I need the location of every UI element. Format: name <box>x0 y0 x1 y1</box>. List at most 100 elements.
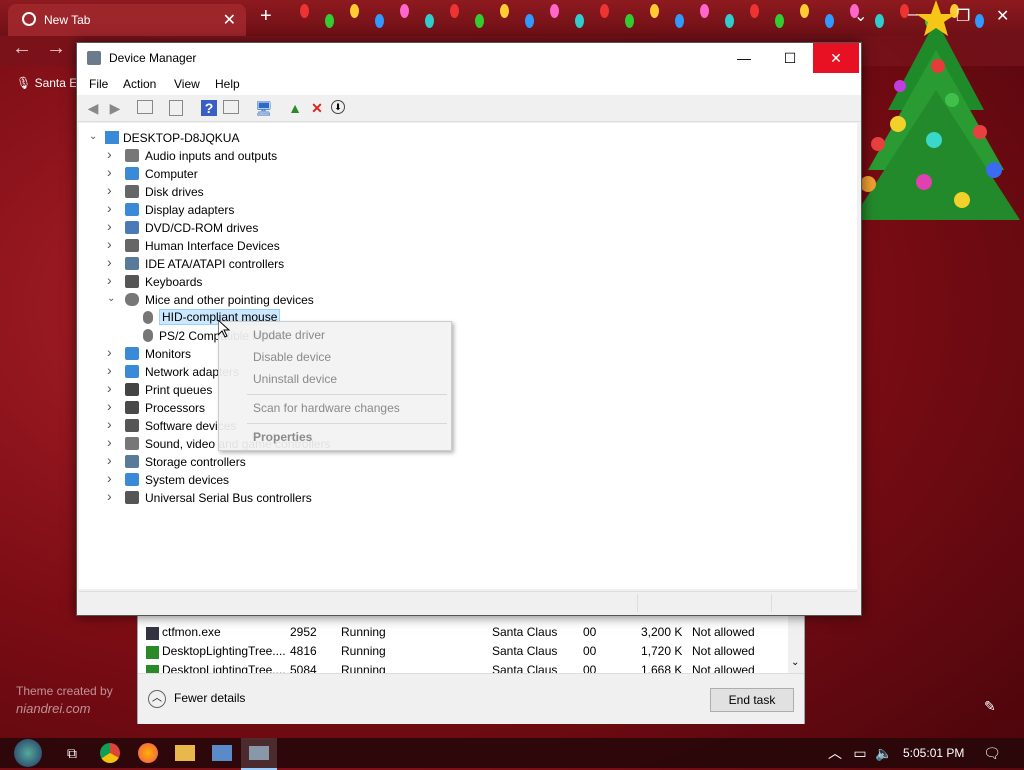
update-driver-icon[interactable]: ▲ <box>287 100 303 116</box>
bookmark-label: Santa E <box>34 76 78 90</box>
task-view-icon[interactable]: ⧉ <box>62 743 82 763</box>
notification-icon[interactable]: 🗨 <box>982 743 1002 763</box>
expand-arrow-icon[interactable]: › <box>107 344 117 360</box>
expand-arrow-icon[interactable]: › <box>107 434 117 450</box>
firefox-taskbar-icon[interactable] <box>138 743 158 763</box>
expand-arrow-icon[interactable]: › <box>107 488 117 504</box>
context-disable-device[interactable]: Disable device <box>253 350 331 364</box>
toolbar: ◀ ▶ ? 🖥 ▲ ✕ ⬇ <box>77 95 861 122</box>
maximize-button[interactable]: ☐ <box>767 43 813 73</box>
file-explorer-icon[interactable] <box>175 745 195 761</box>
close-tab-icon[interactable]: ✕ <box>223 10 236 30</box>
chevron-up-icon[interactable]: ︿ <box>825 743 845 763</box>
light-bulb-icon <box>425 14 434 28</box>
context-update-driver[interactable]: Update driver <box>253 328 325 342</box>
photos-icon[interactable] <box>212 745 232 761</box>
expand-arrow-icon[interactable]: › <box>107 182 117 198</box>
expand-arrow-icon[interactable]: › <box>107 470 117 486</box>
tree-category-label: DVD/CD-ROM drives <box>145 221 259 235</box>
expand-arrow-icon[interactable]: › <box>107 416 117 432</box>
tree-category-label: Audio inputs and outputs <box>145 149 278 163</box>
expand-arrow-icon[interactable]: › <box>107 146 117 162</box>
system-icon <box>125 473 139 486</box>
start-button[interactable] <box>14 739 42 767</box>
light-bulb-icon <box>300 4 309 18</box>
chrome-taskbar-icon[interactable] <box>100 743 120 763</box>
tree-category-label: Print queues <box>145 383 213 397</box>
disable-device-icon[interactable]: ⬇ <box>331 100 345 114</box>
menu-action[interactable]: Action <box>123 77 156 91</box>
close-button[interactable]: ✕ <box>813 43 859 73</box>
back-arrow-icon[interactable]: ◀ <box>85 100 101 116</box>
clock[interactable]: 5:05:01 PM <box>903 746 964 760</box>
tree-root-label: DESKTOP-D8JQKUA <box>123 131 240 145</box>
monitor-icon <box>125 167 139 180</box>
device-manager-taskbar-button[interactable] <box>241 738 277 770</box>
expand-arrow-icon[interactable]: › <box>107 272 117 288</box>
expand-arrow-icon[interactable]: ⌄ <box>89 131 99 142</box>
context-uninstall-device[interactable]: Uninstall device <box>253 372 337 386</box>
light-bulb-icon <box>475 14 484 28</box>
light-bulb-icon <box>550 4 559 18</box>
minimize-button[interactable]: — <box>721 43 767 73</box>
context-scan-hardware[interactable]: Scan for hardware changes <box>253 401 400 415</box>
show-hide-console-tree-icon[interactable] <box>137 100 153 114</box>
expand-arrow-icon[interactable]: › <box>107 254 117 270</box>
process-row[interactable]: DesktopLightingTree.... 4816 Running Santa … <box>138 642 788 661</box>
light-bulb-icon <box>750 4 759 18</box>
menu-separator <box>247 423 447 424</box>
fewer-details-button[interactable]: ︿ Fewer details <box>148 690 245 708</box>
expand-arrow-icon[interactable]: › <box>107 164 117 180</box>
light-bulb-icon <box>400 4 409 18</box>
properties-icon[interactable] <box>169 100 183 116</box>
tree-category-label: Computer <box>145 167 198 181</box>
process-uac: Not allowed <box>692 625 755 639</box>
theme-credit-line2: niandrei.com <box>16 701 91 716</box>
scroll-down-icon[interactable]: ⌄ <box>791 657 799 668</box>
end-task-button[interactable]: End task <box>710 688 794 712</box>
action-pane-icon[interactable] <box>223 100 239 114</box>
process-row[interactable]: ctfmon.exe 2952 Running Santa Claus 00 3,200 … <box>138 623 788 642</box>
light-bulb-icon <box>725 14 734 28</box>
task-manager-footer: ︿ Fewer details End task <box>138 673 804 724</box>
context-properties[interactable]: Properties <box>253 430 312 444</box>
expand-arrow-icon[interactable]: › <box>107 362 117 378</box>
status-divider <box>771 594 772 612</box>
menu-help[interactable]: Help <box>215 77 240 91</box>
menu-view[interactable]: View <box>174 77 200 91</box>
expand-arrow-icon[interactable]: › <box>107 218 117 234</box>
network-icon[interactable]: ▭ <box>850 743 870 763</box>
theme-credit-line1: Theme created by <box>16 684 113 698</box>
device-tree: ⌄ DESKTOP-D8JQKUA › Audio inputs and output… <box>79 123 857 589</box>
light-bulb-icon <box>625 14 634 28</box>
usb-icon <box>125 491 139 504</box>
expand-arrow-icon[interactable]: › <box>107 236 117 252</box>
expand-arrow-icon[interactable]: › <box>107 452 117 468</box>
title-bar[interactable]: Device Manager — ☐ ✕ <box>77 43 861 73</box>
new-tab-button[interactable]: + <box>260 5 272 28</box>
light-bulb-icon <box>375 14 384 28</box>
task-manager-window: ctfmon.exe 2952 Running Santa Claus 00 3,200 … <box>137 600 805 724</box>
tree-category-label: Monitors <box>145 347 192 361</box>
back-icon[interactable]: ← <box>12 37 32 60</box>
expand-arrow-icon[interactable]: › <box>107 398 117 414</box>
mouse-icon <box>125 293 139 306</box>
software-device-icon <box>125 419 139 432</box>
volume-icon[interactable]: 🔈 <box>874 743 894 763</box>
collapse-arrow-icon[interactable]: ⌄ <box>107 293 117 304</box>
device-manager-window: Device Manager — ☐ ✕ File Action View He… <box>76 42 862 616</box>
menu-file[interactable]: File <box>89 77 108 91</box>
forward-icon[interactable]: → <box>46 37 66 60</box>
expand-arrow-icon[interactable]: › <box>107 380 117 396</box>
scan-hardware-icon[interactable]: 🖥 <box>255 100 273 116</box>
mouse-icon <box>143 329 153 342</box>
bookmark-item[interactable]: 🎙 Santa E <box>16 76 77 90</box>
browser-tab[interactable]: New Tab ✕ <box>8 4 246 36</box>
forward-arrow-icon[interactable]: ▶ <box>107 100 123 116</box>
help-icon[interactable]: ? <box>201 100 217 116</box>
speaker-icon <box>125 437 139 450</box>
uninstall-icon[interactable]: ✕ <box>309 100 325 116</box>
light-bulb-icon <box>500 4 509 18</box>
edit-pencil-icon[interactable]: ✎ <box>984 698 996 715</box>
expand-arrow-icon[interactable]: › <box>107 200 117 216</box>
